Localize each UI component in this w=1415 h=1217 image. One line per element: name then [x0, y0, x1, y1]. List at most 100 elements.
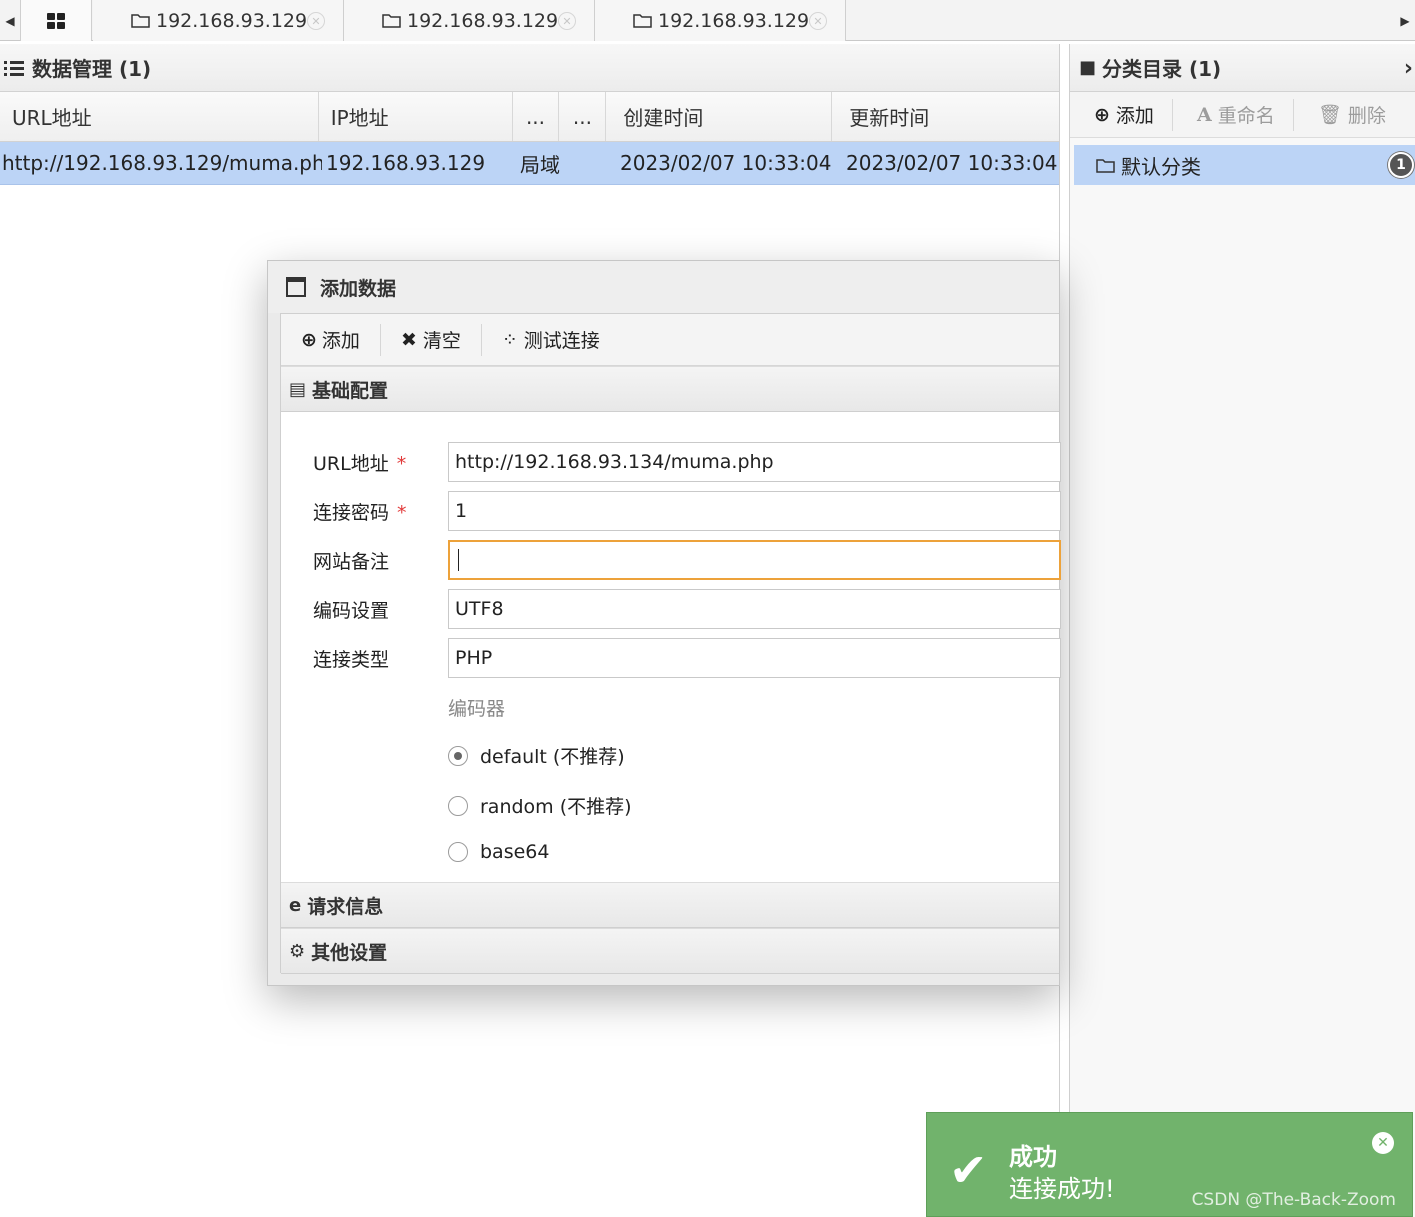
button-label: 测试连接	[523, 330, 600, 352]
column-header-updated[interactable]: 更新时间	[832, 92, 1059, 141]
url-row: URL地址 * http://192.168.93.134/muma.php	[281, 442, 1061, 482]
cell-updated: 2023/02/07 10:33:04	[846, 151, 1058, 175]
tab-label: 192.168.93.129	[156, 9, 308, 32]
button-label: 添加	[321, 330, 360, 352]
add-category-button[interactable]: ⊕ 添加	[1070, 98, 1173, 131]
folder-icon: ■	[1079, 57, 1097, 78]
folder-icon	[131, 14, 150, 28]
tab-label: 192.168.93.129	[658, 9, 810, 32]
test-connection-button[interactable]: ⁘ 测试连接	[482, 324, 620, 356]
panel-header: 数据管理 (1)	[0, 44, 1059, 92]
plus-circle-icon: ⊕	[301, 328, 317, 351]
button-label: 添加	[1115, 105, 1154, 127]
section-basic-config[interactable]: ▤ 基础配置	[281, 366, 1059, 412]
section-label: 其他设置	[311, 941, 388, 964]
trash-icon: 🗑	[1317, 104, 1342, 126]
rename-category-button[interactable]: A 重命名	[1173, 98, 1294, 131]
type-label: 连接类型	[313, 648, 390, 671]
app-window: ◀ 192.168.93.129 ✕ 192.168.93.129 ✕ 192.…	[0, 0, 1415, 1217]
success-toast: ✔ 成功 连接成功! ✕ CSDN @The-Back-Zoom	[926, 1112, 1413, 1217]
clear-button[interactable]: ✖ 清空	[381, 323, 482, 356]
radio-unchecked[interactable]	[448, 795, 468, 816]
column-header-created[interactable]: 创建时间	[606, 92, 833, 141]
column-header-location[interactable]: ...	[513, 92, 560, 141]
section-label: 基础配置	[312, 379, 389, 402]
column-header-extra[interactable]: ...	[559, 92, 607, 141]
add-button[interactable]: ⊕ 添加	[281, 323, 381, 356]
category-label: 默认分类	[1121, 154, 1201, 179]
url-label: URL地址 *	[313, 452, 407, 475]
encoding-label: 编码设置	[313, 599, 390, 622]
option-label: base64	[480, 841, 550, 863]
type-select[interactable]: PHP	[448, 638, 1061, 678]
note-label: 网站备注	[313, 550, 390, 573]
tab-label: 192.168.93.129	[407, 9, 559, 32]
watermark: CSDN @The-Back-Zoom	[1191, 1190, 1396, 1210]
panel-title: 分类目录 (1)	[1102, 57, 1222, 81]
option-label: default (不推荐)	[480, 746, 625, 768]
cell-created: 2023/02/07 10:33:04	[620, 151, 832, 175]
encoder-option-default[interactable]: default (不推荐)	[448, 742, 625, 769]
folder-icon	[382, 14, 401, 28]
encoder-option-random[interactable]: random (不推荐)	[448, 792, 632, 819]
close-icon[interactable]: ✕	[307, 12, 325, 30]
check-icon: ✔	[949, 1143, 988, 1197]
category-item-default[interactable]: 默认分类 1	[1074, 145, 1415, 185]
tab-home[interactable]	[20, 0, 92, 41]
category-toolbar: ⊕ 添加 A 重命名 🗑 删除	[1070, 92, 1415, 138]
window-icon	[286, 277, 306, 297]
chevron-right-icon[interactable]: ›	[1404, 56, 1413, 81]
button-label: 删除	[1347, 105, 1386, 127]
note-input[interactable]	[448, 540, 1061, 580]
column-header-url[interactable]: URL地址	[0, 92, 319, 141]
grid-icon	[47, 12, 65, 29]
encoder-label: 编码器	[448, 698, 506, 720]
encoder-option-base64[interactable]: base64	[448, 841, 549, 863]
tab-shell-3[interactable]: 192.168.93.129 ✕	[595, 0, 846, 41]
cell-location: 局域	[520, 152, 560, 177]
section-label: 请求信息	[307, 895, 384, 918]
scroll-left-icon[interactable]: ◀	[0, 0, 20, 41]
list-icon	[4, 60, 24, 76]
add-data-dialog: 添加数据 ⊕ 添加 ✖ 清空 ⁘ 测试连接 ▤ 基础配置 URL地址 * htt…	[267, 260, 1061, 986]
section-other-settings[interactable]: ⚙ 其他设置	[281, 928, 1059, 974]
panel-title: 数据管理 (1)	[32, 57, 152, 81]
scroll-right-icon[interactable]: ▶	[1395, 0, 1415, 41]
table-row[interactable]: http://192.168.93.129/muma.php 192.168.9…	[0, 142, 1059, 185]
gears-icon: ⚙	[289, 940, 306, 962]
dialog-toolbar: ⊕ 添加 ✖ 清空 ⁘ 测试连接	[281, 314, 1059, 366]
tab-shell-2[interactable]: 192.168.93.129 ✕	[344, 0, 595, 41]
table-header: URL地址 IP地址 ... ... 创建时间 更新时间	[0, 92, 1059, 142]
browser-e-icon: e	[289, 894, 302, 916]
document-icon: ▤	[289, 378, 307, 400]
tab-shell-1[interactable]: 192.168.93.129 ✕	[93, 0, 344, 41]
dialog-body: ⊕ 添加 ✖ 清空 ⁘ 测试连接 ▤ 基础配置 URL地址 * http://1…	[280, 313, 1061, 974]
folder-icon	[633, 14, 652, 28]
button-label: 重命名	[1217, 105, 1275, 127]
close-icon[interactable]: ✕	[1372, 1132, 1394, 1154]
encoding-select[interactable]: UTF8	[448, 589, 1061, 629]
radio-unchecked[interactable]	[448, 842, 468, 862]
option-label: random (不推荐)	[480, 796, 632, 818]
close-icon[interactable]: ✕	[558, 12, 576, 30]
folder-icon	[1096, 158, 1115, 173]
radio-checked[interactable]	[448, 745, 468, 766]
font-icon: A	[1196, 103, 1212, 126]
close-icon[interactable]: ✕	[809, 12, 827, 30]
url-input[interactable]: http://192.168.93.134/muma.php	[448, 442, 1061, 482]
toast-message: 连接成功!	[1009, 1175, 1115, 1203]
delete-category-button[interactable]: 🗑 删除	[1294, 99, 1404, 131]
spinner-icon: ⁘	[501, 328, 518, 351]
column-header-ip[interactable]: IP地址	[319, 92, 513, 141]
toast-title: 成功	[1009, 1143, 1057, 1171]
section-request-info[interactable]: e 请求信息	[281, 882, 1059, 928]
basic-config-form: URL地址 * http://192.168.93.134/muma.php 连接…	[281, 412, 1061, 882]
password-input[interactable]: 1	[448, 491, 1061, 531]
encoding-row: 编码设置 UTF8	[281, 589, 1061, 629]
password-label: 连接密码 *	[313, 501, 407, 524]
button-label: 清空	[422, 330, 461, 352]
dialog-title-bar[interactable]: 添加数据	[268, 261, 1059, 313]
category-panel: ■ 分类目录 (1) › ⊕ 添加 A 重命名 🗑 删除 默认分类 1	[1069, 44, 1415, 1217]
note-row: 网站备注	[281, 540, 1061, 580]
cell-url: http://192.168.93.129/muma.php	[2, 151, 322, 175]
